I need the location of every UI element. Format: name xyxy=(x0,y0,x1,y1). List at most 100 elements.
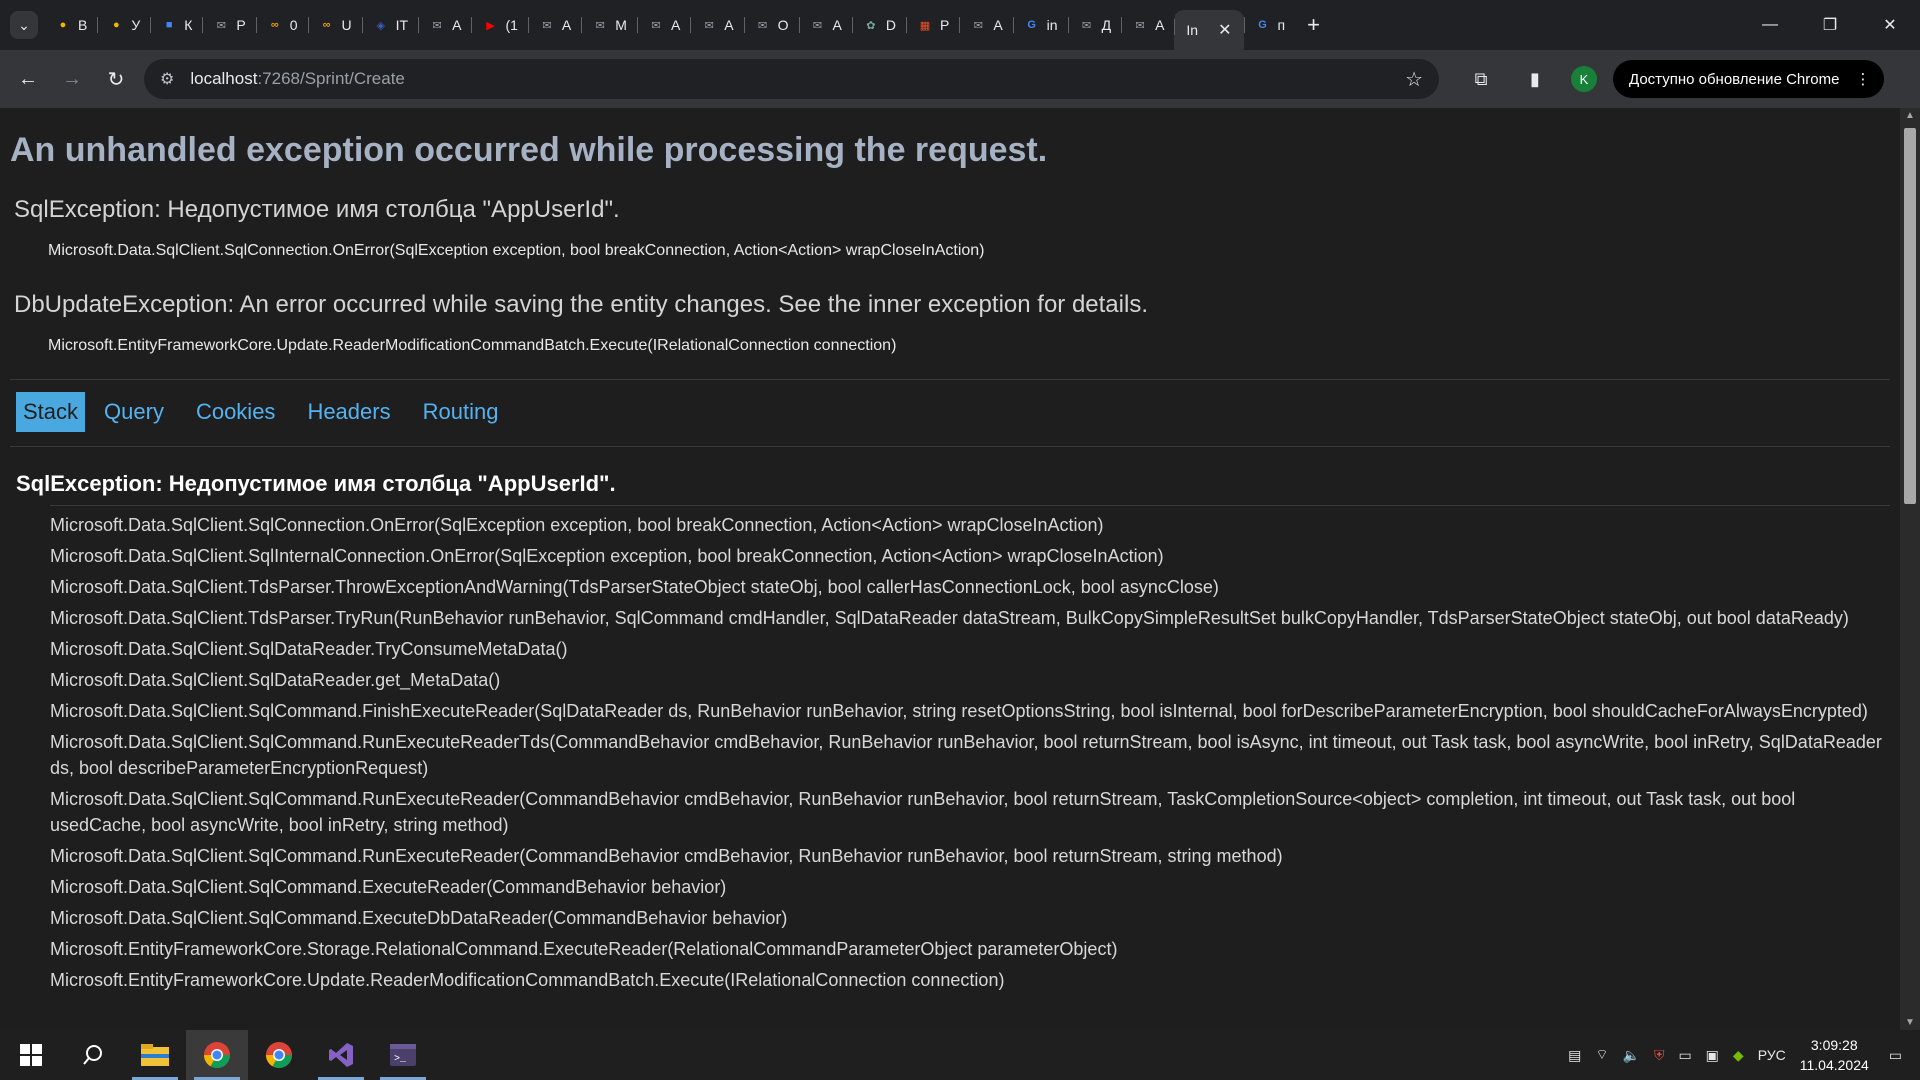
tab-label: Р xyxy=(236,17,246,33)
display-icon[interactable]: ▣ xyxy=(1706,1047,1719,1064)
tab-label: А xyxy=(561,17,572,33)
browser-tab[interactable]: ✉ О xyxy=(743,8,799,42)
browser-tab[interactable]: ▦ Р xyxy=(905,8,959,42)
browser-tab[interactable]: Gп xyxy=(1243,8,1296,42)
more-menu-icon: ⋮ xyxy=(1855,71,1871,88)
forward-button[interactable]: → xyxy=(52,59,92,99)
news-icon[interactable]: ▤ xyxy=(1568,1047,1581,1064)
volume-icon[interactable]: 🔈 xyxy=(1623,1047,1640,1064)
site-info-icon[interactable]: ⚙ xyxy=(160,69,174,89)
browser-tab[interactable]: ✉ А xyxy=(690,8,743,42)
restore-button[interactable]: ❐ xyxy=(1800,0,1860,50)
tab-stack[interactable]: Stack xyxy=(16,392,86,432)
browser-tab[interactable]: ● В xyxy=(44,8,97,42)
profile-avatar[interactable]: K xyxy=(1571,66,1597,92)
browser-tab[interactable]: ● У xyxy=(97,8,150,42)
address-bar[interactable]: ⚙ localhost:7268/Sprint/Create ☆ xyxy=(144,59,1439,99)
exception-location: Microsoft.EntityFrameworkCore.Update.Rea… xyxy=(48,337,897,354)
tab-search-button[interactable]: ⌄ xyxy=(10,11,38,39)
tab-label: В xyxy=(78,17,88,33)
update-label: Доступно обновление Chrome xyxy=(1629,70,1840,88)
extensions-icon[interactable]: ⧉ xyxy=(1461,59,1501,99)
stack-frame[interactable]: Microsoft.Data.SqlClient.SqlCommand.Exec… xyxy=(50,874,1890,900)
tab-routing[interactable]: Routing xyxy=(416,392,506,432)
close-tab-icon[interactable]: ✕ xyxy=(1218,20,1231,40)
page-content: An unhandled exception occurred while pr… xyxy=(0,108,1900,1030)
browser-tab[interactable]: ▶ (1 xyxy=(471,8,527,42)
browser-tab[interactable]: ✉ А xyxy=(959,8,1012,42)
browser-tab[interactable]: ✉ А xyxy=(636,8,690,42)
language-indicator[interactable]: РУС xyxy=(1758,1047,1786,1063)
stack-frame[interactable]: Microsoft.EntityFrameworkCore.Update.Rea… xyxy=(50,967,1890,993)
side-panel-icon[interactable]: ▮ xyxy=(1515,59,1555,99)
tab-headers[interactable]: Headers xyxy=(300,392,397,432)
browser-tab[interactable]: ◈ IT xyxy=(361,8,418,42)
notifications-icon[interactable]: ▭ xyxy=(1889,1047,1902,1064)
exception-title: DbUpdateException: An error occurred whi… xyxy=(14,291,1148,318)
chevron-down-icon: ⌄ xyxy=(18,16,30,33)
stack-frame[interactable]: Microsoft.Data.SqlClient.SqlDataReader.T… xyxy=(50,636,1890,662)
stack-frame[interactable]: Microsoft.Data.SqlClient.SqlConnection.O… xyxy=(50,512,1890,538)
taskbar-file-explorer[interactable] xyxy=(124,1030,186,1080)
browser-tab[interactable]: ■ К xyxy=(150,8,202,42)
browser-tab[interactable]: ✉ А xyxy=(418,8,471,42)
browser-toolbar: ← → ↻ ⚙ localhost:7268/Sprint/Create ☆ ⧉… xyxy=(0,50,1920,108)
back-button[interactable]: ← xyxy=(8,59,48,99)
chrome-update-button[interactable]: Доступно обновление Chrome ⋮ xyxy=(1613,60,1885,98)
close-window-button[interactable]: ✕ xyxy=(1860,0,1920,50)
taskbar-chrome-profile[interactable] xyxy=(186,1030,248,1080)
stack-frame[interactable]: Microsoft.Data.SqlClient.SqlInternalConn… xyxy=(50,543,1890,569)
stack-frame[interactable]: Microsoft.Data.SqlClient.SqlCommand.Exec… xyxy=(50,905,1890,931)
browser-tab[interactable]: ∞ 0 xyxy=(255,8,308,42)
browser-tab[interactable]: ✉ А xyxy=(527,8,581,42)
stack-frame[interactable]: Microsoft.EntityFrameworkCore.Storage.Re… xyxy=(50,936,1890,962)
scroll-down-icon[interactable]: ▼ xyxy=(1900,1017,1920,1028)
start-button[interactable] xyxy=(0,1030,62,1080)
bookmark-star-icon[interactable]: ☆ xyxy=(1405,67,1423,92)
taskbar-visual-studio[interactable] xyxy=(310,1030,372,1080)
stack-frame[interactable]: Microsoft.Data.SqlClient.SqlCommand.RunE… xyxy=(50,729,1890,781)
taskbar-chrome[interactable] xyxy=(248,1030,310,1080)
divider xyxy=(10,446,1890,447)
tab-cookies[interactable]: Cookies xyxy=(189,392,282,432)
new-tab-button[interactable]: + xyxy=(1307,12,1320,38)
stack-frame[interactable]: Microsoft.Data.SqlClient.SqlDataReader.g… xyxy=(50,667,1890,693)
tab-label: А xyxy=(724,17,734,33)
url-path: :7268/Sprint/Create xyxy=(257,69,405,88)
nvidia-icon[interactable]: ◆ xyxy=(1733,1047,1744,1064)
tab-label: М xyxy=(615,17,627,33)
taskbar-terminal[interactable]: >_ xyxy=(372,1030,434,1080)
stack-frame[interactable]: Microsoft.Data.SqlClient.TdsParser.TryRu… xyxy=(50,605,1890,631)
exception-location: Microsoft.Data.SqlClient.SqlConnection.O… xyxy=(48,242,985,259)
browser-tab[interactable]: ✉ Д xyxy=(1067,8,1121,42)
defender-icon[interactable]: ⛨ xyxy=(1654,1047,1665,1064)
tab-query[interactable]: Query xyxy=(97,392,171,432)
battery-icon[interactable]: ▭ xyxy=(1678,1047,1691,1064)
mail-icon: ✉ xyxy=(1135,19,1145,32)
clock[interactable]: 3:09:28 11.04.2024 xyxy=(1800,1035,1869,1075)
browser-tab[interactable]: ✉ М xyxy=(581,8,637,42)
svg-text:>_: >_ xyxy=(394,1054,407,1065)
taskbar-search-button[interactable] xyxy=(62,1030,124,1080)
browser-tab[interactable]: ∞ U xyxy=(307,8,362,42)
tab-list: ● В ● У ■ К ✉ Р ∞ 0 ∞ U ◈ IT ✉ А ▶ (1 ✉ А ✉ М ✉ А ✉ А ✉ О ✉ А ✿ D ▦ Р ✉ А Gi… xyxy=(44,0,1295,50)
browser-tab-active[interactable]: In ✕ xyxy=(1174,10,1244,50)
stack-frame[interactable]: Microsoft.Data.SqlClient.SqlCommand.RunE… xyxy=(50,786,1890,838)
browser-tab[interactable]: Gin xyxy=(1012,8,1068,42)
wifi-icon[interactable]: ⌔ xyxy=(1595,1046,1608,1064)
browser-tab[interactable]: ✿ D xyxy=(851,8,906,42)
stack-frame[interactable]: Microsoft.Data.SqlClient.SqlCommand.Fini… xyxy=(50,698,1890,724)
tab-label: Д xyxy=(1101,17,1112,33)
scrollbar-thumb[interactable] xyxy=(1904,128,1916,504)
google-icon: G xyxy=(1258,19,1267,31)
browser-tab[interactable]: ✉ Р xyxy=(202,8,255,42)
tab-strip: ⌄ ● В ● У ■ К ✉ Р ∞ 0 ∞ U ◈ IT ✉ А ▶ (1 ✉ А ✉ М ✉ А ✉ А ✉ О ✉ А ✿ D ▦ Р ✉ А… xyxy=(0,0,1920,50)
reload-button[interactable]: ↻ xyxy=(96,59,136,99)
stack-frame[interactable]: Microsoft.Data.SqlClient.SqlCommand.RunE… xyxy=(50,843,1890,869)
browser-tab[interactable]: ✉ А xyxy=(1121,8,1174,42)
stack-frame[interactable]: Microsoft.Data.SqlClient.TdsParser.Throw… xyxy=(50,574,1890,600)
minimize-button[interactable]: — xyxy=(1740,0,1800,50)
browser-tab[interactable]: ✉ А xyxy=(798,8,852,42)
page-scrollbar[interactable]: ▲ ▼ xyxy=(1900,108,1920,1030)
scroll-up-icon[interactable]: ▲ xyxy=(1900,110,1920,121)
